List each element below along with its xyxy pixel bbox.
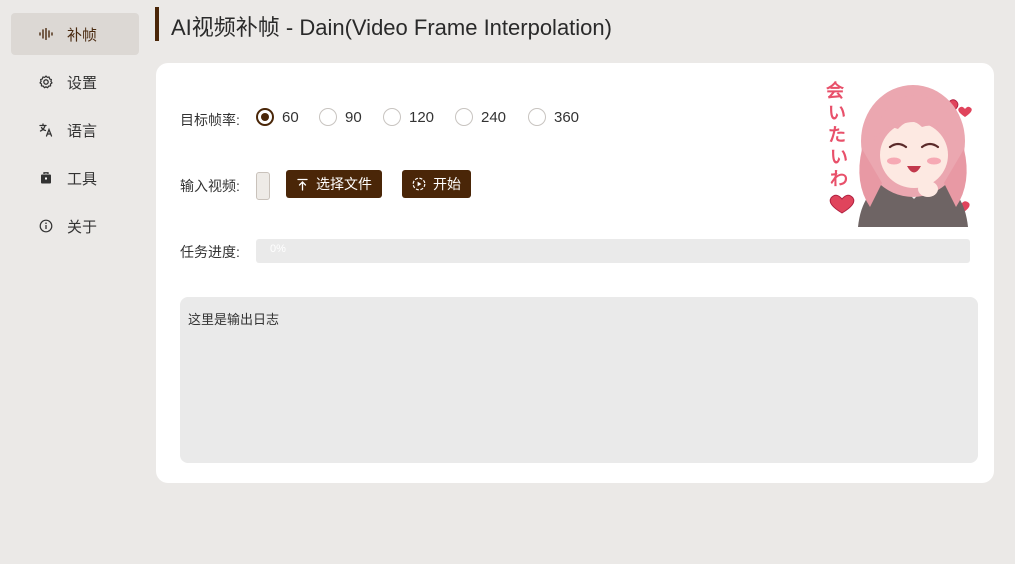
input-video-label: 输入视频:: [180, 178, 240, 194]
svg-text:い: い: [830, 147, 848, 168]
sticker-text: 会 い た い わ: [826, 80, 848, 190]
radio-label: 360: [554, 108, 580, 126]
page-title: AI视频补帧 - Dain(Video Frame Interpolation): [171, 15, 612, 40]
translate-icon: [39, 123, 53, 137]
radio-label: 90: [345, 108, 362, 126]
radio-circle: [455, 108, 473, 126]
anime-sticker-image: 会 い た い わ: [818, 71, 978, 227]
fps-label: 目标帧率:: [180, 112, 240, 128]
upload-icon: [296, 178, 309, 191]
svg-text:た: た: [828, 125, 846, 146]
fps-radio-90[interactable]: 90: [319, 108, 362, 126]
radio-circle: [319, 108, 337, 126]
sidebar: 补帧 设置 语言 工具 关于: [0, 0, 150, 564]
fps-radio-360[interactable]: 360: [528, 108, 579, 126]
toolbox-icon: [39, 171, 53, 185]
sidebar-item-label: 关于: [67, 218, 98, 236]
sidebar-item-label: 工具: [67, 170, 98, 188]
sidebar-item-label: 补帧: [67, 26, 98, 44]
fps-radio-240[interactable]: 240: [455, 108, 506, 126]
start-label: 开始: [433, 176, 461, 192]
svg-text:い: い: [828, 103, 846, 124]
svg-text:会: 会: [826, 80, 844, 102]
radio-label: 120: [409, 108, 435, 126]
play-circle-icon: [412, 177, 426, 191]
svg-text:わ: わ: [830, 169, 848, 190]
start-button[interactable]: 开始: [402, 170, 471, 198]
log-text: 这里是输出日志: [188, 312, 280, 327]
radio-circle: [528, 108, 546, 126]
sidebar-item-label: 语言: [67, 122, 98, 140]
output-log[interactable]: 这里是输出日志: [180, 297, 978, 463]
main-panel: 目标帧率: 60 90 120 240 360 输入视频: 选择文件 开始 任务…: [156, 63, 994, 483]
radio-label: 240: [481, 108, 507, 126]
fps-radio-60[interactable]: 60: [256, 108, 299, 126]
audio-wave-icon: [39, 27, 53, 41]
progress-label: 任务进度:: [180, 244, 240, 260]
sidebar-item-language[interactable]: 语言: [11, 109, 139, 151]
radio-label: 60: [282, 108, 299, 126]
sidebar-item-about[interactable]: 关于: [11, 205, 139, 247]
radio-circle: [383, 108, 401, 126]
sidebar-item-label: 设置: [67, 74, 98, 92]
title-accent-bar: [155, 7, 159, 41]
fps-radio-120[interactable]: 120: [383, 108, 434, 126]
sidebar-item-frame-interpolation[interactable]: 补帧: [11, 13, 139, 55]
sidebar-item-tools[interactable]: 工具: [11, 157, 139, 199]
sidebar-item-settings[interactable]: 设置: [11, 61, 139, 103]
task-progress-bar: 0%: [256, 239, 970, 263]
radio-circle: [256, 108, 274, 126]
select-file-label: 选择文件: [316, 176, 372, 192]
file-path-input[interactable]: [256, 172, 270, 200]
progress-percent: 0%: [270, 243, 286, 255]
info-icon: [39, 219, 53, 233]
select-file-button[interactable]: 选择文件: [286, 170, 382, 198]
gear-icon: [39, 75, 53, 89]
